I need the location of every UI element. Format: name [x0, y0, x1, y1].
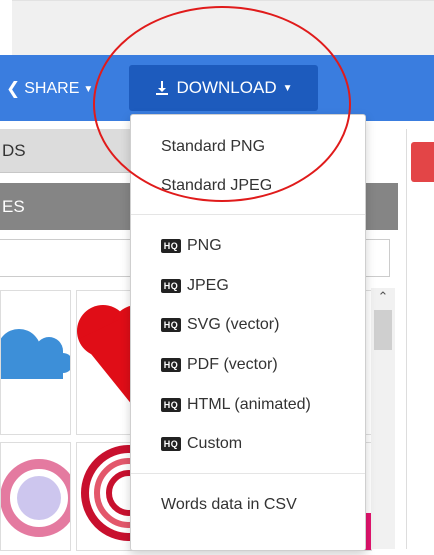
menu-divider — [131, 473, 365, 474]
right-panel — [406, 129, 434, 549]
menu-divider — [131, 214, 365, 215]
share-button[interactable]: ❮ SHARE ▼ — [6, 79, 93, 99]
caret-down-icon: ▼ — [83, 83, 94, 95]
shape-thumbnail-heart-outline[interactable] — [0, 442, 78, 551]
hq-badge-icon: HQ — [161, 358, 181, 372]
heart-icon — [77, 305, 163, 411]
tab-label: DS — [2, 140, 26, 160]
menu-item-csv[interactable]: Words data in CSV — [131, 491, 365, 519]
highlight-oval-annotation — [93, 6, 351, 202]
menu-item-pdf[interactable]: HQ PDF (vector) — [131, 352, 365, 378]
heart-stripes-icon — [81, 445, 177, 541]
menu-item-html[interactable]: HQ HTML (animated) — [131, 392, 365, 418]
menu-item-svg[interactable]: HQ SVG (vector) — [131, 312, 365, 338]
menu-item-label: PDF (vector) — [187, 356, 278, 373]
menu-item-hq-jpeg[interactable]: HQ JPEG — [131, 273, 365, 299]
scrollbar[interactable]: ⌃ — [371, 288, 395, 549]
menu-item-label: HTML (animated) — [187, 396, 311, 413]
share-icon: ❮ — [6, 79, 21, 98]
red-tab-button[interactable] — [411, 142, 434, 182]
hq-badge-icon: HQ — [161, 318, 181, 332]
cloud-icon — [0, 329, 73, 379]
menu-item-label: Custom — [187, 435, 243, 452]
scrollbar-thumb[interactable] — [374, 310, 392, 350]
hq-badge-icon: HQ — [161, 398, 181, 412]
scroll-up-arrow-icon[interactable]: ⌃ — [371, 288, 395, 306]
shape-thumbnail-cloud[interactable] — [0, 290, 73, 435]
heart-outline-icon — [0, 459, 78, 537]
menu-item-label: JPEG — [187, 277, 229, 294]
hq-badge-icon: HQ — [161, 437, 181, 451]
hq-badge-icon: HQ — [161, 239, 181, 253]
shape-thumbnail-heart[interactable] — [76, 290, 163, 435]
tab-label: ES — [2, 196, 25, 216]
menu-item-custom[interactable]: HQ Custom — [131, 431, 365, 457]
hq-badge-icon: HQ — [161, 279, 181, 293]
share-label: SHARE — [24, 80, 80, 97]
shape-thumbnail-heart-stripes[interactable] — [76, 442, 177, 551]
menu-item-hq-png[interactable]: HQ PNG — [131, 233, 365, 259]
menu-item-label: PNG — [187, 237, 222, 254]
menu-item-label: SVG (vector) — [187, 316, 280, 333]
menu-item-label: Words data in CSV — [161, 496, 297, 513]
